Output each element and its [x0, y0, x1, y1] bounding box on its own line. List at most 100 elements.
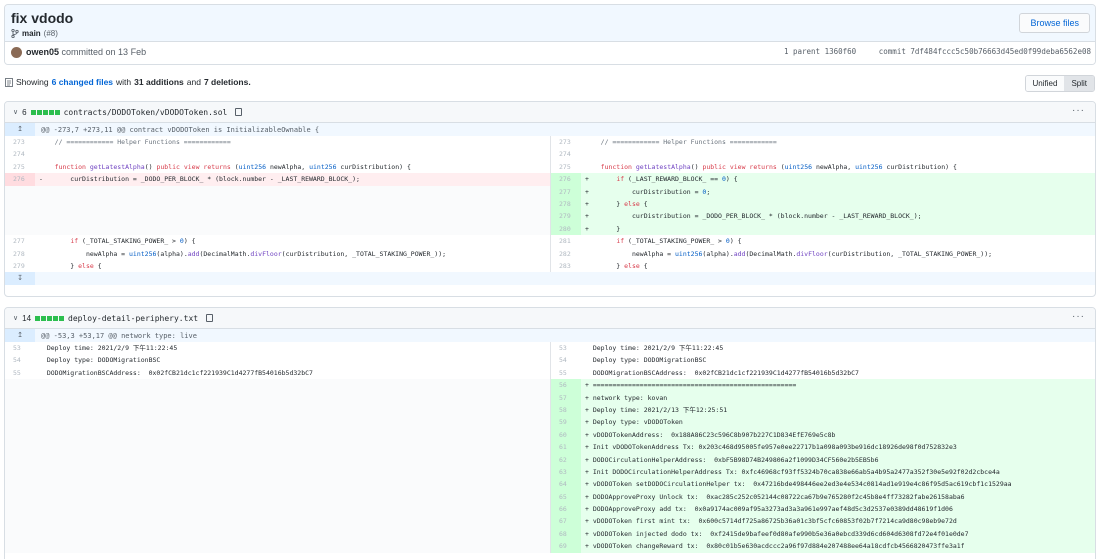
line-number[interactable]: 62: [551, 453, 581, 466]
file-path-link[interactable]: contracts/DODOToken/vDODOToken.sol: [64, 108, 228, 117]
line-number[interactable]: 57: [551, 391, 581, 404]
diff-row: 68 + vDODOToken injected dodo tx: 0xf2415…: [5, 527, 1095, 541]
diff-row: 55 DODOMigrationBSCAddress: 0x02fCB21dc1…: [5, 366, 1095, 380]
clipboard-icon[interactable]: [235, 108, 243, 116]
line-number[interactable]: 280: [551, 222, 581, 236]
file-path-link[interactable]: deploy-detail-periphery.txt: [68, 314, 198, 323]
line-number[interactable]: 278: [551, 197, 581, 211]
unfold-icon[interactable]: ↥: [5, 329, 35, 342]
line-number[interactable]: 67: [551, 515, 581, 528]
line-number[interactable]: 274: [551, 148, 581, 160]
line-number[interactable]: 54: [551, 354, 581, 366]
line-number[interactable]: [5, 186, 35, 198]
split-button[interactable]: Split: [1064, 76, 1094, 91]
line-number[interactable]: [5, 491, 35, 503]
line-number[interactable]: 274: [5, 148, 35, 160]
right-line: 62 + DODOCirculationHelperAddress: 0xbF5B…: [551, 453, 1095, 466]
line-number[interactable]: 275: [5, 161, 35, 173]
line-number[interactable]: 54: [5, 354, 35, 366]
line-number[interactable]: 276: [5, 173, 35, 186]
line-number[interactable]: 277: [5, 235, 35, 247]
line-number[interactable]: 65: [551, 490, 581, 504]
line-number[interactable]: 53: [5, 342, 35, 354]
diff-row: 69 + vDODOToken changeReward tx: 0x80c01b…: [5, 540, 1095, 553]
line-number[interactable]: 279: [5, 260, 35, 272]
clipboard-icon[interactable]: [206, 314, 214, 322]
line-number[interactable]: 61: [551, 441, 581, 454]
line-number[interactable]: 273: [5, 136, 35, 148]
unfold-icon[interactable]: ↥: [5, 123, 35, 136]
line-number[interactable]: [5, 392, 35, 404]
line-number[interactable]: 66: [551, 503, 581, 516]
line-number[interactable]: [5, 210, 35, 222]
line-number[interactable]: 273: [551, 136, 581, 148]
line-number[interactable]: 282: [551, 248, 581, 260]
line-number[interactable]: [5, 379, 35, 391]
line-number[interactable]: 275: [551, 161, 581, 173]
kebab-horizontal-icon[interactable]: ···: [1072, 311, 1085, 322]
left-line: 274: [5, 148, 551, 161]
line-number[interactable]: 69: [551, 540, 581, 553]
line-number[interactable]: [5, 466, 35, 478]
line-number[interactable]: 63: [551, 465, 581, 479]
kebab-horizontal-icon[interactable]: ···: [1072, 105, 1085, 116]
code-line: } else {: [39, 261, 102, 270]
line-number[interactable]: 58: [551, 403, 581, 417]
line-number[interactable]: 68: [551, 527, 581, 541]
line-number[interactable]: [5, 540, 35, 552]
line-number[interactable]: 64: [551, 478, 581, 491]
parent-sha-link[interactable]: 1360f60: [825, 47, 857, 56]
code-line: // ============ Helper Functions =======…: [39, 138, 231, 146]
line-number[interactable]: [5, 416, 35, 428]
author-name[interactable]: owen05: [26, 47, 59, 57]
line-number[interactable]: [5, 454, 35, 466]
unified-button[interactable]: Unified: [1025, 76, 1065, 91]
avatar[interactable]: [11, 47, 22, 58]
left-line: 277 if (_TOTAL_STAKING_POWER_ > 0) {: [5, 235, 551, 248]
left-line: 278 newAlpha = uint256(alpha).add(Decima…: [5, 247, 551, 260]
line-number[interactable]: 55: [551, 367, 581, 379]
line-number[interactable]: 278: [5, 248, 35, 260]
diff-row: 65 + DODOApproveProxy Unlock tx: 0xac285c…: [5, 490, 1095, 504]
line-number[interactable]: 279: [551, 210, 581, 223]
line-number[interactable]: 55: [5, 367, 35, 379]
line-number[interactable]: 276: [551, 173, 581, 186]
diff-row: 54 Deploy type: DODOMigrationBSC 54 Deplo…: [5, 354, 1095, 367]
code-line: + DODOCirculationHelperAddress: 0xbF5B98…: [585, 455, 879, 464]
diff-rows: 273 // ============ Helper Functions ===…: [5, 136, 1095, 273]
line-number[interactable]: 59: [551, 416, 581, 429]
line-number[interactable]: 56: [551, 379, 581, 392]
changed-files-link[interactable]: 6 changed files: [52, 77, 113, 87]
line-number[interactable]: 281: [551, 235, 581, 247]
line-number[interactable]: [5, 429, 35, 441]
line-number[interactable]: 53: [551, 342, 581, 354]
line-number[interactable]: 60: [551, 428, 581, 442]
line-number[interactable]: [5, 404, 35, 416]
line-number[interactable]: [5, 528, 35, 540]
diff-row: 53 Deploy time: 2021/2/9 下午11:22:45 53 De…: [5, 342, 1095, 355]
file-diff-icon: [5, 77, 13, 87]
pr-link[interactable]: (#8): [44, 29, 58, 38]
left-line: 55 DODOMigrationBSCAddress: 0x02fCB21dc1…: [5, 366, 551, 380]
chevron-down-icon[interactable]: ∨: [13, 108, 18, 116]
chevron-down-icon[interactable]: ∨: [13, 314, 18, 322]
unfold-icon[interactable]: ↧: [5, 272, 35, 286]
line-number[interactable]: [5, 503, 35, 515]
line-number[interactable]: [5, 478, 35, 490]
commit-sha[interactable]: 7df484fccc5c50b76663d45ed0f99deba6562e08: [910, 47, 1091, 56]
line-number[interactable]: 277: [551, 185, 581, 198]
line-number[interactable]: [5, 198, 35, 210]
line-number[interactable]: 283: [551, 260, 581, 272]
right-line: 64 + vDODOToken setDODOCirculationHelper …: [551, 478, 1095, 491]
line-number[interactable]: [5, 223, 35, 235]
line-number[interactable]: [5, 441, 35, 453]
browse-files-button[interactable]: Browse files: [1019, 13, 1090, 33]
branch-name[interactable]: main: [22, 29, 41, 38]
line-number[interactable]: [5, 515, 35, 527]
